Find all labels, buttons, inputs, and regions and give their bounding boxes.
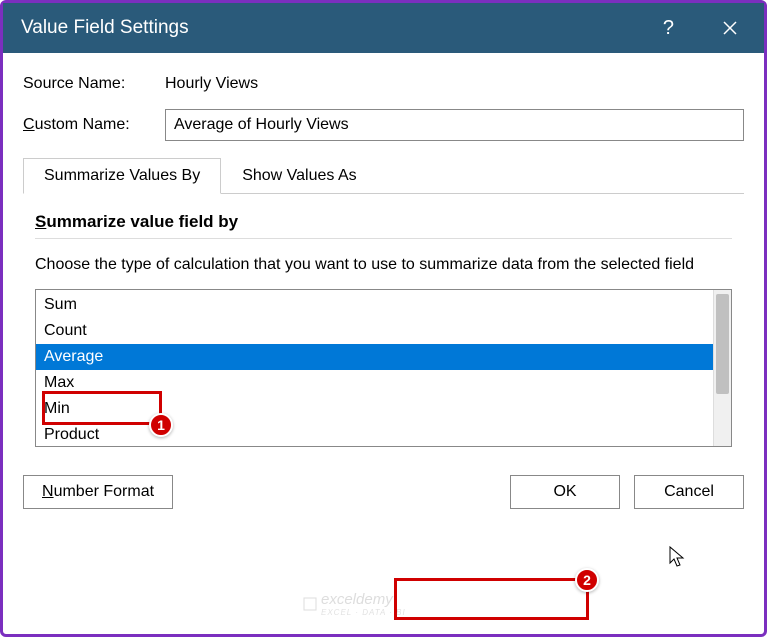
help-button[interactable]: ? xyxy=(663,17,674,40)
list-item-max[interactable]: Max xyxy=(36,370,713,396)
instruction-text: Choose the type of calculation that you … xyxy=(35,253,732,277)
watermark: exceldemy EXCEL · DATA · BI xyxy=(303,591,406,617)
dialog-title: Value Field Settings xyxy=(21,17,663,39)
list-item-average[interactable]: Average xyxy=(36,344,713,370)
watermark-icon xyxy=(303,597,317,611)
divider xyxy=(35,238,732,239)
titlebar: Value Field Settings ? xyxy=(3,3,764,53)
listbox-inner: SumCountAverageMaxMinProduct xyxy=(36,290,713,446)
scrollbar-thumb[interactable] xyxy=(716,294,729,394)
list-item-min[interactable]: Min xyxy=(36,396,713,422)
source-name-row: Source Name: Hourly Views xyxy=(23,75,744,93)
annotation-badge-1: 1 xyxy=(149,413,173,437)
custom-name-row: Custom Name: xyxy=(23,109,744,141)
cursor-icon xyxy=(668,545,688,573)
source-name-label: Source Name: xyxy=(23,75,165,93)
calculation-listbox[interactable]: SumCountAverageMaxMinProduct xyxy=(35,289,732,447)
annotation-highlight-ok xyxy=(394,578,589,620)
custom-name-label: Custom Name: xyxy=(23,116,165,134)
ok-button[interactable]: OK xyxy=(510,475,620,509)
button-row: Number Format OK Cancel xyxy=(3,475,764,527)
list-item-sum[interactable]: Sum xyxy=(36,292,713,318)
tab-show-values-as[interactable]: Show Values As xyxy=(221,158,377,194)
list-item-product[interactable]: Product xyxy=(36,422,713,446)
source-name-value: Hourly Views xyxy=(165,75,258,93)
scrollbar[interactable] xyxy=(713,290,731,446)
number-format-button[interactable]: Number Format xyxy=(23,475,173,509)
close-icon xyxy=(722,20,738,36)
tab-panel: Summarize value field by Choose the type… xyxy=(23,194,744,457)
section-heading: Summarize value field by xyxy=(35,212,732,232)
tab-summarize-values-by[interactable]: Summarize Values By xyxy=(23,158,221,194)
tabs: Summarize Values By Show Values As xyxy=(23,157,744,194)
close-button[interactable] xyxy=(714,16,746,40)
dialog-content: Source Name: Hourly Views Custom Name: S… xyxy=(3,53,764,475)
cancel-button[interactable]: Cancel xyxy=(634,475,744,509)
custom-name-input[interactable] xyxy=(165,109,744,141)
list-item-count[interactable]: Count xyxy=(36,318,713,344)
annotation-badge-2: 2 xyxy=(575,568,599,592)
